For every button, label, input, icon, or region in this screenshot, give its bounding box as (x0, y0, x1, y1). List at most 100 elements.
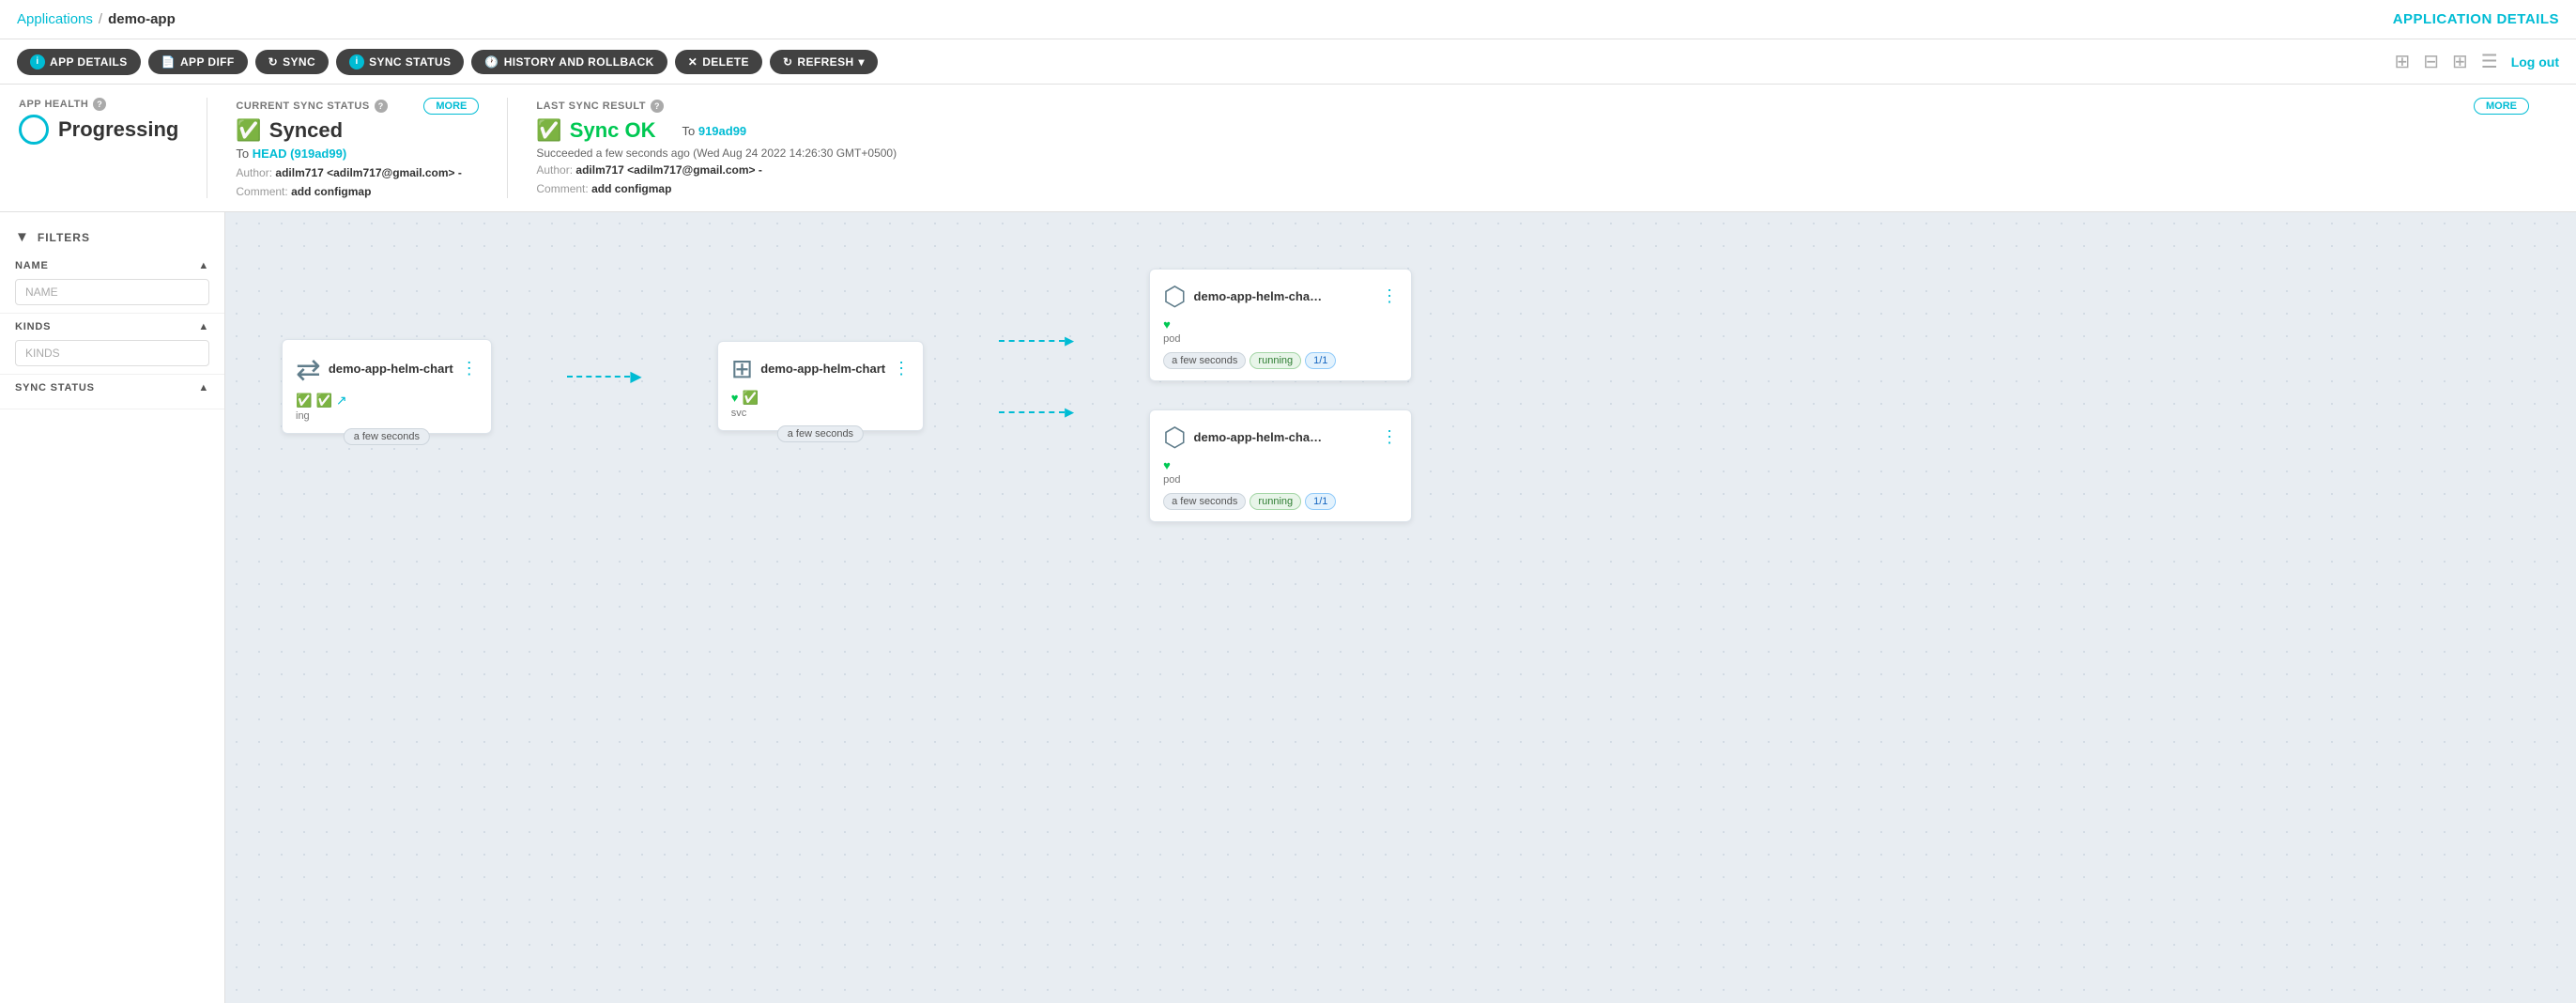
app-health-label: APP HEALTH ? (19, 98, 178, 111)
svc-node-menu-icon[interactable]: ⋮ (893, 359, 910, 378)
svc-check-icon: ✅ (742, 390, 758, 406)
arrow-1: ▶ (567, 367, 642, 386)
sync-icon: ↻ (268, 55, 278, 69)
sidebar: ▼ FILTERS NAME ▲ KINDS ▲ SYNC STATUS ▲ (0, 212, 225, 1003)
kinds-filter-input[interactable] (15, 340, 209, 366)
pod1-type: pod (1163, 333, 1398, 345)
network-view-icon[interactable]: ⊞ (2452, 50, 2468, 73)
delete-button[interactable]: ✕ DELETE (675, 50, 762, 74)
svc-node-icon: ⊞ (731, 353, 753, 384)
filters-header: ▼ FILTERS (0, 222, 224, 253)
current-sync-more-button[interactable]: MORE (423, 98, 479, 115)
sync-status-collapse-icon: ▲ (198, 382, 209, 393)
pod2-name: demo-app-helm-chart-dbc485c... (1194, 430, 1326, 444)
list-view-icon[interactable]: ☰ (2481, 50, 2498, 73)
pod2-info: demo-app-helm-chart-dbc485c... (1194, 430, 1374, 444)
app-diff-button[interactable]: 📄 APP DIFF (148, 50, 248, 74)
last-sync-author: Author: adilm717 <adilm717@gmail.com> - (536, 163, 2529, 177)
ing-node-wrapper: ⇄ demo-app-helm-chart ⋮ ✅ ✅ ↗ ing a few … (282, 339, 492, 434)
grid-view-icon[interactable]: ⊟ (2423, 50, 2439, 73)
current-sync-info-icon: ? (375, 100, 388, 113)
ing-status-check-2: ✅ (315, 393, 331, 409)
sync-button[interactable]: ↻ SYNC (255, 50, 329, 74)
ing-node-header: ⇄ demo-app-helm-chart ⋮ (296, 351, 478, 387)
doc-icon: 📄 (161, 55, 176, 69)
tree-view-icon[interactable]: ⊞ (2394, 50, 2410, 73)
graph-canvas[interactable]: ⇄ demo-app-helm-chart ⋮ ✅ ✅ ↗ ing a few … (225, 212, 2576, 1003)
sync-status-filter-header[interactable]: SYNC STATUS ▲ (15, 382, 209, 393)
breadcrumb-current: demo-app (108, 11, 176, 27)
history-icon: 🕐 (484, 55, 498, 69)
sync-to-label: To 919ad99 (682, 124, 746, 138)
last-sync-succeeded: Succeeded a few seconds ago (Wed Aug 24 … (536, 147, 2529, 160)
refresh-button[interactable]: ↻ REFRESH ▾ (770, 50, 878, 74)
filter-icon: ▼ (15, 229, 30, 245)
name-filter-header[interactable]: NAME ▲ (15, 260, 209, 271)
graph-content: ⇄ demo-app-helm-chart ⋮ ✅ ✅ ↗ ing a few … (282, 269, 1412, 522)
kinds-collapse-icon: ▲ (198, 321, 209, 332)
pod2-heart-icon: ♥ (1163, 458, 1171, 472)
last-sync-target-link[interactable]: 919ad99 (698, 124, 746, 138)
ing-node-icon: ⇄ (296, 351, 321, 387)
app-health-info-icon: ? (93, 98, 106, 111)
current-sync-meta: Author: adilm717 <adilm717@gmail.com> - (236, 166, 479, 179)
svc-node[interactable]: ⊞ demo-app-helm-chart ⋮ ♥ ✅ svc (717, 341, 924, 431)
app-details-button[interactable]: i APP DETAILS (17, 49, 141, 75)
toolbar-right: ⊞ ⊟ ⊞ ☰ Log out (2394, 50, 2559, 73)
sync-ok-icon: ✅ (536, 118, 561, 143)
ing-node-menu-icon[interactable]: ⋮ (461, 359, 478, 378)
pod1-node[interactable]: ⬡ demo-app-helm-chart-dbc485c... ⋮ ♥ pod… (1149, 269, 1412, 381)
info-icon-2: i (349, 54, 364, 69)
synced-text: Synced (269, 118, 343, 143)
current-sync-label: CURRENT SYNC STATUS ? MORE (236, 98, 479, 115)
breadcrumb: Applications / demo-app (17, 11, 176, 27)
svc-node-info: demo-app-helm-chart (760, 362, 885, 376)
app-health-section: APP HEALTH ? Progressing (19, 98, 207, 198)
sync-to-head: To HEAD (919ad99) (236, 147, 479, 161)
pod1-count-tag: 1/1 (1305, 352, 1336, 369)
pod2-menu-icon[interactable]: ⋮ (1381, 427, 1398, 447)
app-details-title: APPLICATION DETAILS (2393, 11, 2559, 27)
sync-status-button[interactable]: i SYNC STATUS (336, 49, 464, 75)
sync-target-link[interactable]: HEAD (919ad99) (253, 147, 346, 161)
ing-node[interactable]: ⇄ demo-app-helm-chart ⋮ ✅ ✅ ↗ ing (282, 339, 492, 434)
dropdown-chevron-icon: ▾ (859, 55, 865, 69)
info-icon: i (30, 54, 45, 69)
health-value: Progressing (58, 117, 178, 142)
sync-status-filter-section: SYNC STATUS ▲ (0, 375, 224, 409)
pod2-running-tag: running (1250, 493, 1301, 510)
delete-icon: ✕ (688, 55, 698, 69)
pod1-icon: ⬡ (1163, 281, 1186, 312)
ing-external-link-icon[interactable]: ↗ (336, 393, 347, 409)
pod2-icon: ⬡ (1163, 422, 1186, 453)
svc-node-status: ♥ ✅ (731, 390, 910, 406)
main-area: ▼ FILTERS NAME ▲ KINDS ▲ SYNC STATUS ▲ (0, 212, 2576, 1003)
current-sync-comment: Comment: add configmap (236, 185, 479, 198)
top-bar: Applications / demo-app APPLICATION DETA… (0, 0, 2576, 39)
last-sync-section: LAST SYNC RESULT ? MORE ✅ Sync OK To 919… (508, 98, 2557, 198)
svc-node-type: svc (731, 408, 910, 419)
logout-button[interactable]: Log out (2511, 54, 2559, 69)
pod1-menu-icon[interactable]: ⋮ (1381, 286, 1398, 306)
app-health-status: Progressing (19, 115, 178, 145)
pod1-heart-row: ♥ (1163, 317, 1398, 332)
history-rollback-button[interactable]: 🕐 HISTORY AND ROLLBACK (471, 50, 667, 74)
name-filter-section: NAME ▲ (0, 253, 224, 314)
breadcrumb-applications[interactable]: Applications (17, 11, 93, 27)
ing-node-type: ing (296, 410, 478, 422)
pod1-time-tag: a few seconds (1163, 352, 1246, 369)
arrows-to-pods: ▶ ▶ (999, 333, 1074, 420)
name-filter-input[interactable] (15, 279, 209, 305)
svc-node-name: demo-app-helm-chart (760, 362, 885, 376)
ing-node-time: a few seconds (344, 428, 430, 445)
pod1-running-tag: running (1250, 352, 1301, 369)
pod-nodes: ⬡ demo-app-helm-chart-dbc485c... ⋮ ♥ pod… (1149, 269, 1412, 522)
refresh-icon: ↻ (783, 55, 792, 69)
sync-check-icon: ✅ (236, 118, 261, 143)
ing-node-status: ✅ ✅ ↗ (296, 393, 478, 409)
toolbar-buttons: i APP DETAILS 📄 APP DIFF ↻ SYNC i SYNC S… (17, 49, 878, 75)
kinds-filter-header[interactable]: KINDS ▲ (15, 321, 209, 332)
pod2-node[interactable]: ⬡ demo-app-helm-chart-dbc485c... ⋮ ♥ pod… (1149, 409, 1412, 522)
last-sync-more-button[interactable]: MORE (2474, 98, 2529, 115)
pod2-count-tag: 1/1 (1305, 493, 1336, 510)
